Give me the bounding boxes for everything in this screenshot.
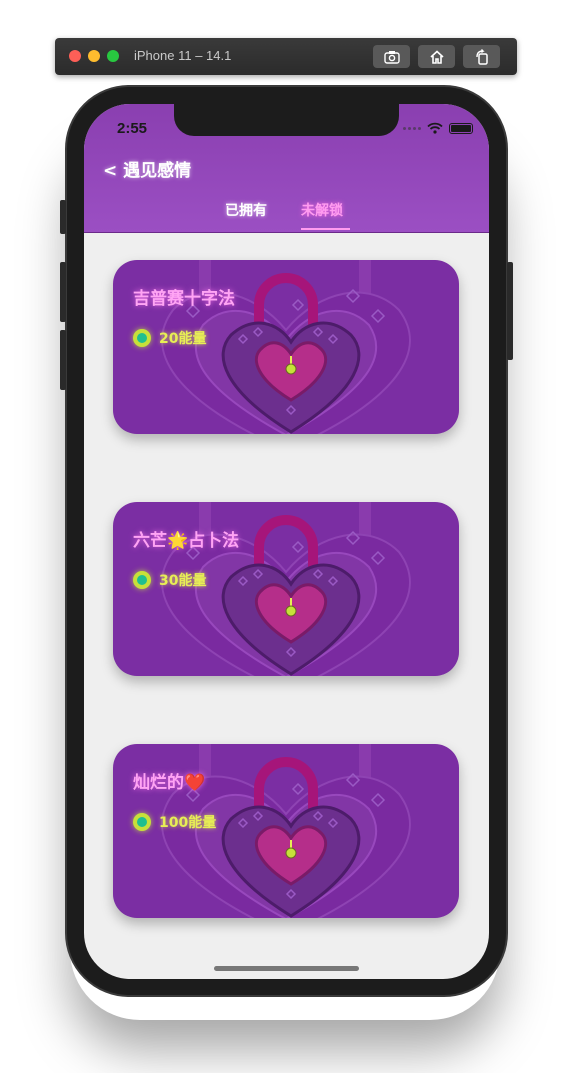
- energy-amount: 30能量: [159, 573, 207, 589]
- phone-screen: 2:55 < 遇见感情 已拥有 未解锁 吉普赛十字法 20能量 六芒🌟占卜法 3…: [84, 104, 489, 979]
- spread-card[interactable]: 吉普赛十字法 20能量: [113, 260, 459, 434]
- close-window-button[interactable]: [69, 50, 81, 62]
- energy-gem-icon: [133, 571, 151, 589]
- simulator-title: iPhone 11 – 14.1: [134, 48, 232, 63]
- home-button[interactable]: [418, 45, 455, 68]
- card-title: 六芒🌟占卜法: [133, 531, 240, 551]
- home-indicator[interactable]: [214, 966, 359, 971]
- active-tab-indicator: [301, 228, 350, 230]
- energy-cost: 30能量: [133, 570, 206, 590]
- spread-card[interactable]: 灿烂的❤️ 100能量: [113, 744, 459, 918]
- card-title: 灿烂的❤️: [133, 773, 206, 793]
- energy-cost: 100能量: [133, 812, 216, 832]
- battery-icon: [449, 122, 473, 134]
- energy-amount: 100能量: [159, 815, 217, 831]
- home-icon: [429, 49, 444, 64]
- wifi-icon: [427, 122, 443, 134]
- status-indicators: [403, 122, 473, 134]
- energy-amount: 20能量: [159, 331, 207, 347]
- simulator-toolbar: iPhone 11 – 14.1: [55, 38, 517, 75]
- volume-up-button: [60, 262, 66, 322]
- volume-down-button: [60, 330, 66, 390]
- screenshot-icon: [383, 50, 400, 64]
- energy-gem-icon: [133, 813, 151, 831]
- power-button: [507, 262, 513, 360]
- back-button[interactable]: < 遇见感情: [103, 156, 191, 181]
- mute-switch: [60, 200, 66, 234]
- status-time: 2:55: [117, 120, 148, 137]
- tab-locked[interactable]: 未解锁: [301, 200, 343, 220]
- card-title: 吉普赛十字法: [133, 289, 235, 309]
- notch: [174, 104, 399, 136]
- rotate-button[interactable]: [463, 45, 500, 68]
- rotate-icon: [475, 48, 488, 65]
- zoom-window-button[interactable]: [107, 50, 119, 62]
- cellular-signal-icon: [403, 126, 421, 130]
- energy-gem-icon: [133, 329, 151, 347]
- tab-bar: 已拥有 未解锁: [84, 200, 489, 230]
- energy-cost: 20能量: [133, 328, 206, 348]
- tab-owned[interactable]: 已拥有: [225, 200, 267, 220]
- minimize-window-button[interactable]: [88, 50, 100, 62]
- screenshot-button[interactable]: [373, 45, 410, 68]
- spread-card[interactable]: 六芒🌟占卜法 30能量: [113, 502, 459, 676]
